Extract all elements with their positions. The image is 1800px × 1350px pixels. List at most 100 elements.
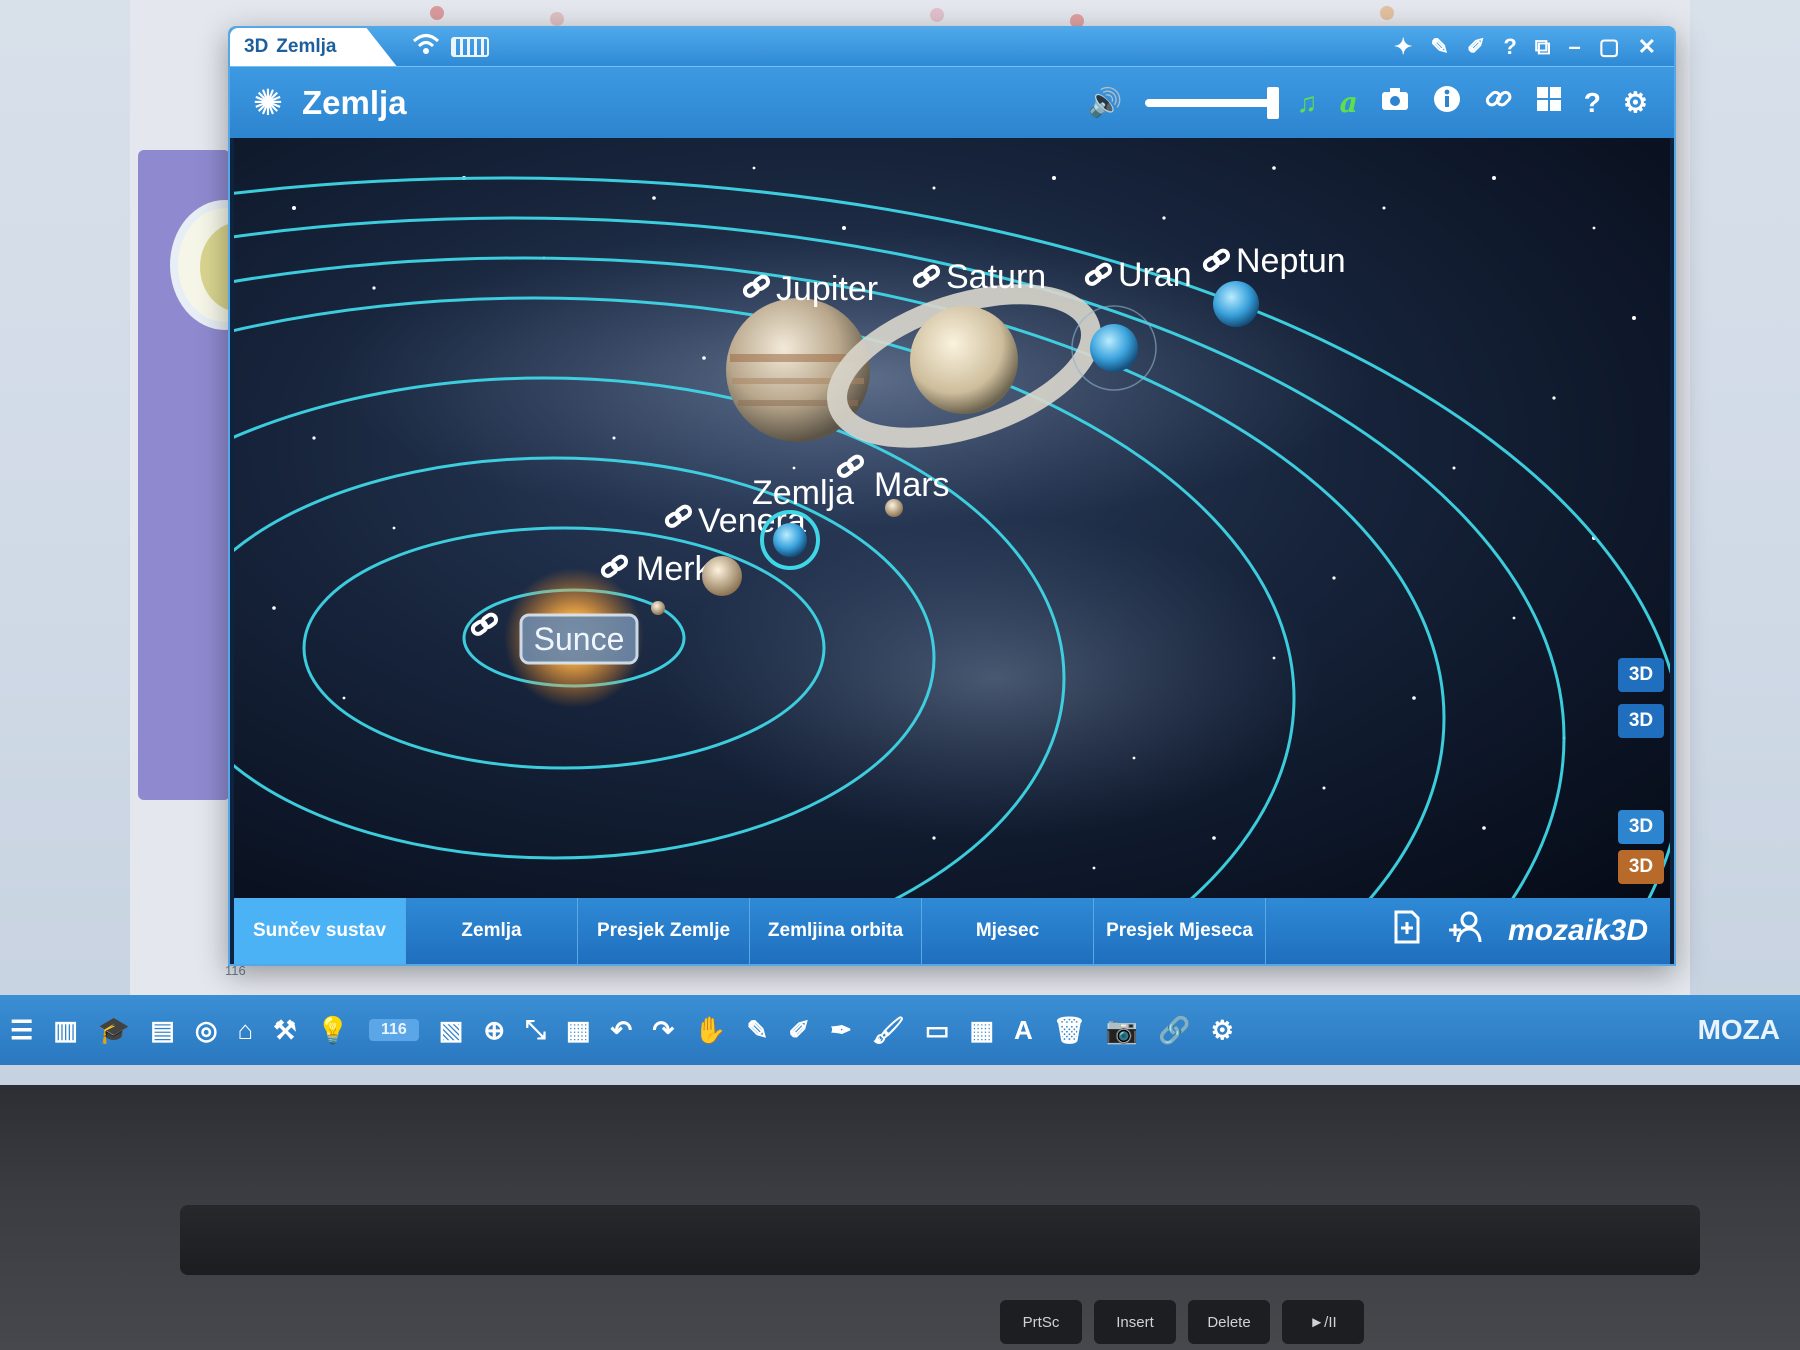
uranus-label[interactable]: Uran <box>1118 256 1192 294</box>
neptune-label[interactable]: Neptun <box>1236 242 1346 280</box>
earth-planet[interactable] <box>773 523 807 557</box>
mercury-planet[interactable] <box>651 601 665 615</box>
undo-icon[interactable]: ↶ <box>611 1015 633 1046</box>
delete-icon[interactable]: 🗑 <box>1053 1015 1086 1046</box>
brand-logo: mozaik3D <box>1507 914 1648 947</box>
document-icon[interactable]: ▤ <box>150 1015 175 1046</box>
page-number[interactable]: 116 <box>368 1019 419 1041</box>
key-insert[interactable]: Insert <box>1094 1300 1176 1344</box>
neptune-planet[interactable] <box>1213 281 1259 327</box>
tab-tools: mozaik3D <box>1392 898 1670 964</box>
pages-icon[interactable]: ▥ <box>53 1015 78 1046</box>
marker-icon[interactable]: ✒ <box>830 1015 852 1046</box>
wifi-icon[interactable] <box>411 32 441 62</box>
maximize-button[interactable]: ▢ <box>1599 34 1620 60</box>
link-icon[interactable]: 🔗 <box>1158 1015 1190 1046</box>
key-prtsc[interactable]: PrtSc <box>1000 1300 1082 1344</box>
add-page-icon[interactable] <box>1392 910 1422 952</box>
pencil-icon[interactable]: ✐ <box>1467 34 1485 60</box>
settings-gear-icon[interactable]: ⚙ <box>1623 86 1648 119</box>
eraser-icon[interactable]: ▭ <box>925 1015 950 1046</box>
tools-icon[interactable]: ⚒ <box>273 1015 296 1046</box>
tab-zemlja[interactable]: Zemlja <box>406 898 578 964</box>
decor-dot <box>1380 6 1394 20</box>
whiteboard-brand: MOZA <box>1697 1014 1780 1045</box>
asteroid-belt-glow <box>664 518 1324 838</box>
view-3d-button[interactable]: 3D <box>1618 850 1664 884</box>
mars-label[interactable]: Mars <box>874 466 950 504</box>
tab-3d-badge: 3D <box>244 36 269 57</box>
solar-system-viewport[interactable]: Sunce Merku Venera Zemlja Mars Jupiter S… <box>234 138 1670 898</box>
saturn-planet[interactable] <box>910 306 1018 414</box>
text-icon[interactable]: A <box>1014 1015 1033 1046</box>
window-tab[interactable]: 3D Zemlja <box>230 28 397 66</box>
key-play-pause[interactable]: ►/II <box>1282 1300 1364 1344</box>
close-button[interactable]: ✕ <box>1638 34 1656 60</box>
toolbar-actions: 🔊 ♫ a ? ⚙ <box>1088 84 1674 121</box>
uranus-planet[interactable] <box>1090 324 1138 372</box>
help-icon[interactable]: ? <box>1503 34 1516 60</box>
title-bar: 3D Zemlja ✦ ✎ ✐ ? ⧉ – ▢ ✕ <box>230 28 1674 66</box>
highlighter-icon[interactable]: ✐ <box>788 1015 810 1046</box>
sun-label[interactable]: Sunce <box>534 621 625 657</box>
hand-icon[interactable]: ✋ <box>694 1015 726 1046</box>
window-tab-title: Zemlja <box>276 36 337 57</box>
tab-suncev-sustav[interactable]: Sunčev sustav <box>234 898 406 964</box>
minimize-button[interactable]: – <box>1569 34 1581 60</box>
add-user-icon[interactable] <box>1448 910 1482 952</box>
grid-icon[interactable]: ▦ <box>969 1015 994 1046</box>
tab-presjek-mjeseca[interactable]: Presjek Mjeseca <box>1094 898 1266 964</box>
popout-icon[interactable]: ⧉ <box>1535 34 1551 60</box>
view-3d-button[interactable]: 3D <box>1618 810 1664 844</box>
network-icon[interactable]: ✦ <box>1394 34 1412 60</box>
connect-icon[interactable]: ⤡ <box>525 1014 546 1046</box>
redo-icon[interactable]: ↷ <box>652 1015 674 1046</box>
menu-icon[interactable]: ☰ <box>10 1015 33 1046</box>
volume-handle[interactable] <box>1266 86 1279 119</box>
keyboard-row: PrtSc Insert Delete ►/II <box>1000 1300 1364 1344</box>
monitor-screen: 116 3D Zemlja ✦ ✎ ✐ ? ⧉ – ▢ ✕ ✺ Zemlja 🔊… <box>0 0 1800 1085</box>
camera-icon[interactable]: 📷 <box>1106 1015 1138 1046</box>
mercury-link-icon[interactable] <box>600 554 629 578</box>
settings-gear-icon[interactable]: ⚙ <box>1211 1015 1234 1046</box>
volume-icon[interactable]: 🔊 <box>1088 86 1123 119</box>
sun-logo-icon: ✺ <box>252 81 284 123</box>
view-3d-button[interactable]: 3D <box>1618 658 1664 692</box>
zoom-icon[interactable]: ⊕ <box>483 1015 505 1046</box>
library-icon[interactable]: ⌂ <box>238 1015 254 1046</box>
pen-icon[interactable]: ✎ <box>746 1015 768 1046</box>
narration-icon[interactable]: a <box>1340 86 1358 119</box>
help-icon[interactable]: ? <box>1584 87 1601 119</box>
app-toolbar: ✺ Zemlja 🔊 ♫ a ? ⚙ <box>230 66 1674 138</box>
neptune-link-icon[interactable] <box>1202 248 1231 272</box>
binoculars-icon[interactable]: ◎ <box>195 1015 218 1046</box>
brush-icon[interactable]: 🖌 <box>872 1015 905 1046</box>
jupiter-label[interactable]: Jupiter <box>776 270 878 308</box>
grid-icon[interactable] <box>1536 86 1562 119</box>
venus-planet[interactable] <box>702 556 742 596</box>
app-window: 3D Zemlja ✦ ✎ ✐ ? ⧉ – ▢ ✕ ✺ Zemlja 🔊 ♫ a… <box>228 26 1676 966</box>
page-settings-icon[interactable]: ▧ <box>439 1015 464 1046</box>
camera-icon[interactable] <box>1380 86 1410 119</box>
info-icon[interactable] <box>1432 84 1462 121</box>
saturn-label[interactable]: Saturn <box>946 258 1046 296</box>
keyboard-icon[interactable] <box>450 37 489 57</box>
app-title: Zemlja <box>302 83 407 121</box>
earth-label[interactable]: Zemlja <box>752 474 854 512</box>
link-icon[interactable] <box>1484 84 1514 121</box>
music-icon[interactable]: ♫ <box>1297 87 1318 119</box>
key-delete[interactable]: Delete <box>1188 1300 1270 1344</box>
window-controls: ✦ ✎ ✐ ? ⧉ – ▢ ✕ <box>1394 34 1674 60</box>
tab-zemljina-orbita[interactable]: Zemljina orbita <box>750 898 922 964</box>
decor-dot <box>930 8 944 22</box>
tab-mjesec[interactable]: Mjesec <box>922 898 1094 964</box>
idea-icon[interactable]: 💡 <box>317 1015 349 1046</box>
layout-icon[interactable]: ▦ <box>566 1015 591 1046</box>
view-3d-button[interactable]: 3D <box>1618 704 1664 738</box>
decor-dot <box>550 12 564 26</box>
volume-slider[interactable] <box>1144 86 1279 119</box>
pin-icon[interactable]: ✎ <box>1430 34 1448 60</box>
education-icon[interactable]: 🎓 <box>98 1015 130 1046</box>
tab-presjek-zemlje[interactable]: Presjek Zemlje <box>578 898 750 964</box>
decor-dot <box>430 6 444 20</box>
